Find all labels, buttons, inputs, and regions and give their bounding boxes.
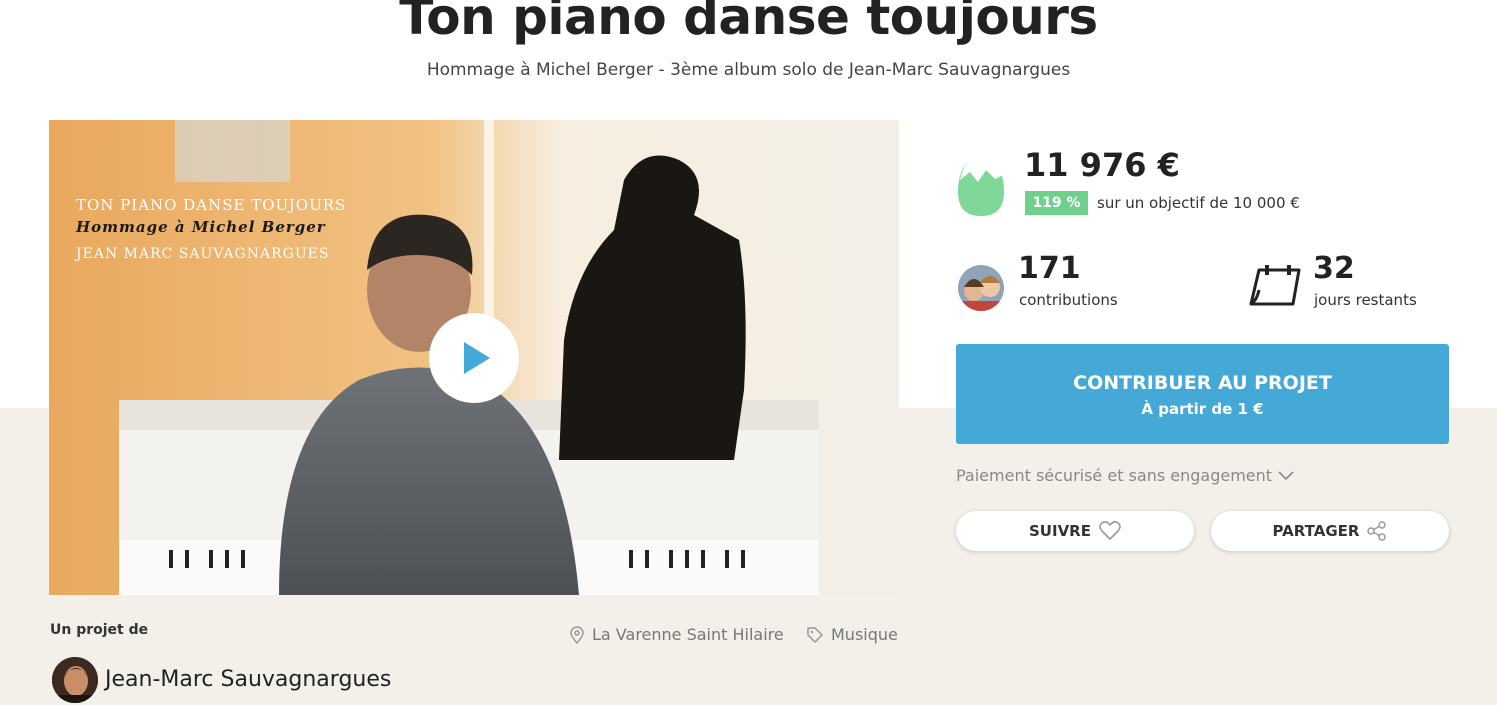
broken-egg-icon	[958, 152, 1004, 216]
funding-percent-badge: 119 %	[1025, 191, 1088, 215]
funding-goal-text: sur un objectif de 10 000 €	[1097, 194, 1300, 212]
calendar-icon	[1249, 265, 1301, 306]
project-video[interactable]: TON PIANO DANSE TOUJOURS Hommage à Miche…	[49, 120, 899, 595]
contribute-button-sublabel: À partir de 1 €	[1141, 400, 1264, 418]
secure-payment-text: Paiement sécurisé et sans engagement	[956, 466, 1273, 485]
cover-title-text: TON PIANO DANSE TOUJOURS	[76, 196, 347, 214]
play-icon	[464, 342, 490, 374]
contribute-button[interactable]: CONTRIBUER AU PROJET À partir de 1 €	[956, 344, 1449, 444]
share-button-label: PARTAGER	[1272, 522, 1360, 540]
project-subtitle: Hommage à Michel Berger - 3ème album sol…	[426, 60, 1071, 80]
project-category[interactable]: Musique	[806, 625, 898, 644]
days-remaining-label: jours restants	[1314, 291, 1417, 309]
funding-amount: 11 976 €	[1024, 146, 1180, 184]
project-by-label: Un projet de	[50, 622, 149, 638]
contributors-avatar	[958, 265, 1004, 311]
heart-icon	[1099, 521, 1121, 540]
location-pin-icon	[570, 625, 584, 644]
author-avatar[interactable]	[52, 657, 98, 703]
project-location-text: La Varenne Saint Hilaire	[592, 625, 784, 644]
tag-icon	[807, 626, 823, 643]
project-location[interactable]: La Varenne Saint Hilaire	[569, 625, 784, 644]
contributions-count: 171	[1018, 251, 1081, 286]
cover-subtitle-text: Hommage à Michel Berger	[76, 218, 326, 236]
project-title: Ton piano danse toujours	[399, 0, 1098, 46]
secure-payment-toggle[interactable]: Paiement sécurisé et sans engagement	[956, 466, 1294, 485]
play-button[interactable]	[429, 313, 519, 403]
chevron-down-icon	[1278, 470, 1294, 480]
author-name[interactable]: Jean-Marc Sauvagnargues	[105, 667, 391, 692]
share-button[interactable]: PARTAGER	[1211, 511, 1449, 551]
share-icon	[1367, 521, 1387, 541]
follow-button[interactable]: SUIVRE	[956, 511, 1194, 551]
days-remaining-count: 32	[1313, 251, 1355, 286]
project-category-text: Musique	[831, 625, 898, 644]
contributions-label: contributions	[1019, 291, 1118, 309]
cover-artist-text: JEAN MARC SAUVAGNARGUES	[76, 246, 330, 262]
contribute-button-label: CONTRIBUER AU PROJET	[1073, 372, 1332, 394]
follow-button-label: SUIVRE	[1029, 522, 1091, 540]
